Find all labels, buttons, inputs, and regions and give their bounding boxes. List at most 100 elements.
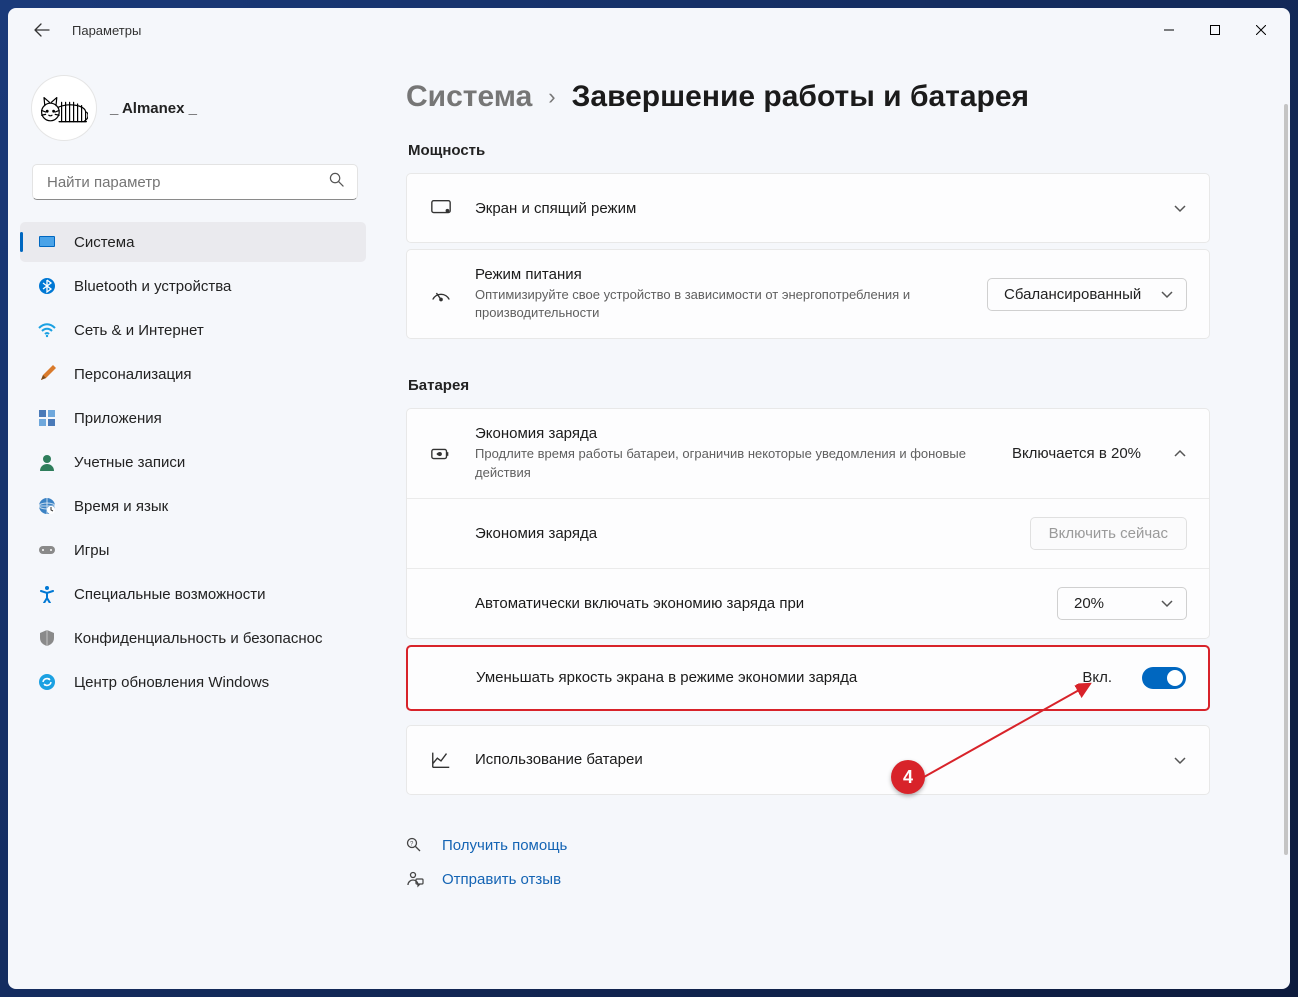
battery-leaf-icon xyxy=(429,443,453,465)
link-text: Отправить отзыв xyxy=(442,871,561,888)
chevron-up-icon xyxy=(1173,447,1187,461)
gauge-icon xyxy=(429,283,453,305)
chevron-down-icon xyxy=(1160,287,1174,301)
nav-label: Игры xyxy=(74,542,109,559)
nav-bluetooth[interactable]: Bluetooth и устройства xyxy=(20,266,366,306)
power-mode-dropdown[interactable]: Сбалансированный xyxy=(987,278,1187,311)
battery-saver-header[interactable]: Экономия заряда Продлите время работы ба… xyxy=(407,409,1209,497)
nav-system[interactable]: Система xyxy=(20,222,366,262)
minimize-button[interactable] xyxy=(1146,14,1192,46)
nav-accessibility[interactable]: Специальные возможности xyxy=(20,574,366,614)
dropdown-value: Сбалансированный xyxy=(1004,286,1141,303)
card-subtitle: Продлите время работы батареи, ограничив… xyxy=(475,445,990,481)
search-icon xyxy=(329,172,344,192)
nav-label: Bluetooth и устройства xyxy=(74,278,231,295)
card-subtitle: Оптимизируйте свое устройство в зависимо… xyxy=(475,286,965,322)
nav-privacy[interactable]: Конфиденциальность и безопаснос xyxy=(20,618,366,658)
nav-label: Центр обновления Windows xyxy=(74,674,269,691)
breadcrumb-current: Завершение работы и батарея xyxy=(572,80,1029,114)
nav-accounts[interactable]: Учетные записи xyxy=(20,442,366,482)
shield-icon xyxy=(38,629,56,647)
close-button[interactable] xyxy=(1238,14,1284,46)
globe-icon xyxy=(38,497,56,515)
nav-label: Система xyxy=(74,234,134,251)
link-feedback[interactable]: Отправить отзыв xyxy=(406,871,1210,889)
back-button[interactable] xyxy=(28,16,56,44)
wifi-icon xyxy=(38,321,56,339)
link-text: Получить помощь xyxy=(442,837,567,854)
nav-label: Учетные записи xyxy=(74,454,185,471)
breadcrumb: Система › Завершение работы и батарея xyxy=(406,80,1210,114)
row-saver-auto: Автоматически включать экономию заряда п… xyxy=(407,568,1209,638)
breadcrumb-separator: › xyxy=(548,84,555,110)
main: Система › Завершение работы и батарея Мо… xyxy=(370,52,1290,989)
nav-apps[interactable]: Приложения xyxy=(20,398,366,438)
help-icon: ? xyxy=(406,837,424,855)
enable-now-button[interactable]: Включить сейчас xyxy=(1030,517,1187,550)
nav-label: Специальные возможности xyxy=(74,586,266,603)
card-title: Экономия заряда xyxy=(475,425,990,442)
arrow-left-icon xyxy=(34,22,50,38)
brush-icon xyxy=(38,365,56,383)
link-help[interactable]: ? Получить помощь xyxy=(406,837,1210,855)
maximize-button[interactable] xyxy=(1192,14,1238,46)
card-power-mode: Режим питания Оптимизируйте свое устройс… xyxy=(406,249,1210,339)
section-power-label: Мощность xyxy=(408,142,1210,159)
search-input[interactable] xyxy=(32,164,358,200)
body: _ Almanex _ Система Bluetooth и устро xyxy=(8,52,1290,989)
auto-threshold-dropdown[interactable]: 20% xyxy=(1057,587,1187,620)
nav-label: Время и язык xyxy=(74,498,168,515)
maximize-icon xyxy=(1210,25,1220,35)
update-icon xyxy=(38,673,56,691)
section-battery-label: Батарея xyxy=(408,377,1210,394)
row-saver-now: Экономия заряда Включить сейчас xyxy=(407,499,1209,568)
nav-label: Сеть & и Интернет xyxy=(74,322,204,339)
nav-label: Приложения xyxy=(74,410,162,427)
dim-toggle[interactable] xyxy=(1142,667,1186,689)
username: _ Almanex _ xyxy=(110,100,197,117)
card-screen-sleep[interactable]: Экран и спящий режим xyxy=(406,173,1210,243)
window-controls xyxy=(1146,14,1284,46)
nav-gaming[interactable]: Игры xyxy=(20,530,366,570)
nav-list: Система Bluetooth и устройства Сеть & и … xyxy=(20,222,370,702)
dropdown-value: 20% xyxy=(1074,595,1104,612)
avatar-cat-icon xyxy=(40,90,88,126)
nav-label: Конфиденциальность и безопаснос xyxy=(74,630,322,647)
nav-network[interactable]: Сеть & и Интернет xyxy=(20,310,366,350)
profile[interactable]: _ Almanex _ xyxy=(20,68,370,164)
chevron-down-icon xyxy=(1160,596,1174,610)
scroll-thumb[interactable] xyxy=(1284,104,1288,855)
chevron-down-icon xyxy=(1173,201,1187,215)
scrollbar[interactable] xyxy=(1284,104,1288,977)
nav-label: Персонализация xyxy=(74,366,192,383)
titlebar: Параметры xyxy=(8,8,1290,52)
breadcrumb-parent[interactable]: Система xyxy=(406,80,532,114)
chart-icon xyxy=(429,749,453,771)
user-icon xyxy=(38,453,56,471)
nav-personalization[interactable]: Персонализация xyxy=(20,354,366,394)
card-title: Режим питания xyxy=(475,266,965,283)
monitor-icon xyxy=(429,197,453,219)
avatar xyxy=(32,76,96,140)
annotation-arrow xyxy=(918,677,1098,787)
bluetooth-icon xyxy=(38,277,56,295)
nav-time-language[interactable]: Время и язык xyxy=(20,486,366,526)
sidebar: _ Almanex _ Система Bluetooth и устро xyxy=(8,52,370,989)
accessibility-icon xyxy=(38,585,56,603)
chevron-down-icon xyxy=(1173,753,1187,767)
row-label: Экономия заряда xyxy=(475,525,1010,542)
apps-icon xyxy=(38,409,56,427)
card-battery-saver: Экономия заряда Продлите время работы ба… xyxy=(406,408,1210,638)
footer-links: ? Получить помощь Отправить отзыв xyxy=(406,837,1210,889)
card-title: Экран и спящий режим xyxy=(475,200,1151,217)
close-icon xyxy=(1256,25,1266,35)
system-icon xyxy=(38,233,56,251)
minimize-icon xyxy=(1164,25,1174,35)
nav-windows-update[interactable]: Центр обновления Windows xyxy=(20,662,366,702)
feedback-icon xyxy=(406,871,424,889)
annotation-number: 4 xyxy=(903,767,913,788)
settings-window: Параметры xyxy=(8,8,1290,989)
gamepad-icon xyxy=(38,541,56,559)
saver-summary: Включается в 20% xyxy=(1012,445,1141,462)
row-label: Автоматически включать экономию заряда п… xyxy=(475,595,1037,612)
